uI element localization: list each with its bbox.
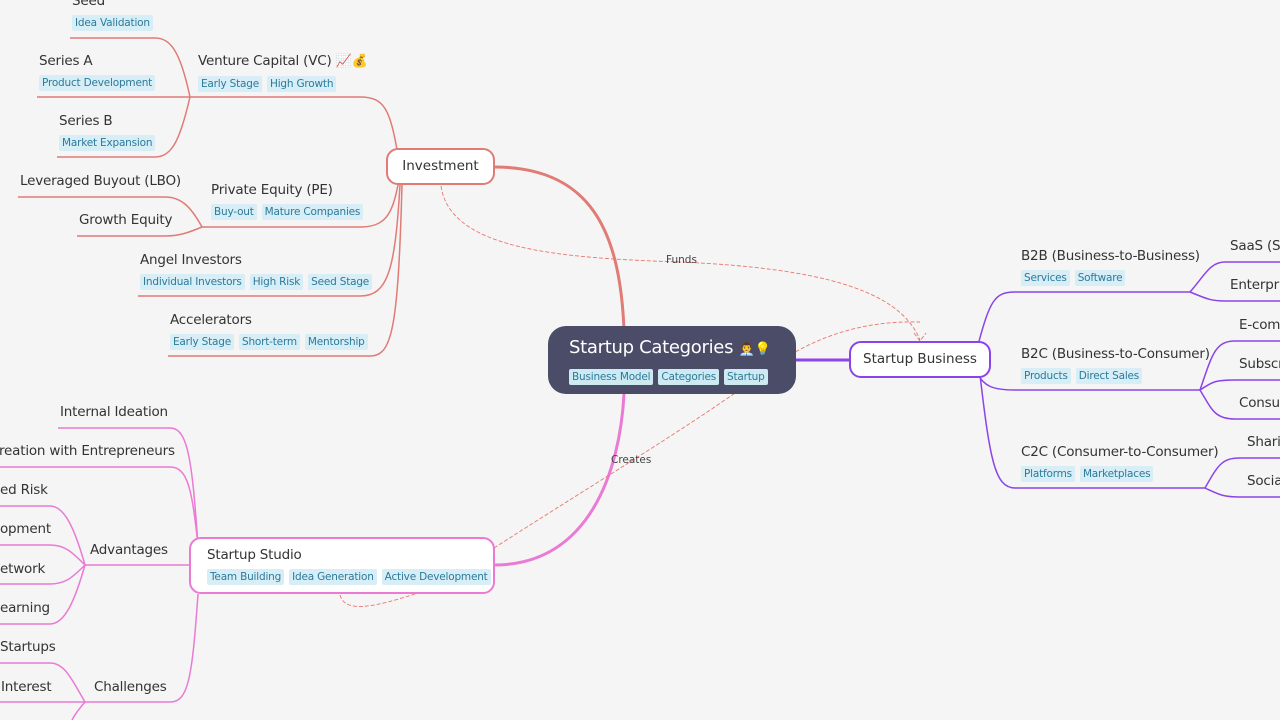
branch-line-studio: [493, 393, 626, 567]
topic-interest[interactable]: Interest: [1, 678, 52, 696]
studio-title: Startup Studio: [207, 547, 302, 563]
topic-network[interactable]: etwork: [0, 560, 45, 578]
tag[interactable]: Products: [1021, 368, 1071, 384]
topic-title: B2B (Business-to-Business): [1021, 248, 1200, 264]
tag[interactable]: Early Stage: [170, 334, 234, 350]
topic-b2b[interactable]: B2B (Business-to-Business) Services Soft…: [1021, 247, 1200, 286]
branch-line-investment: [493, 165, 626, 331]
topic-b2c[interactable]: B2C (Business-to-Consumer) Products Dire…: [1021, 345, 1210, 384]
line-chal-3: [71, 701, 86, 720]
topic-title: Venture Capital (VC): [198, 53, 332, 69]
branch-investment[interactable]: Investment: [386, 148, 495, 185]
tag[interactable]: High Risk: [249, 274, 304, 290]
topic-sharing[interactable]: Sharin: [1247, 433, 1280, 451]
topic-advantages[interactable]: Advantages: [90, 541, 168, 559]
topic-reduced-risk[interactable]: ed Risk: [0, 481, 48, 499]
topic-subscription[interactable]: Subscr: [1239, 355, 1280, 373]
tag[interactable]: Direct Sales: [1075, 368, 1143, 384]
tag[interactable]: Seed Stage: [308, 274, 373, 290]
relation-funds-label[interactable]: Funds: [666, 254, 697, 266]
tag[interactable]: Marketplaces: [1079, 466, 1154, 482]
branch-startup-business[interactable]: Startup Business: [849, 341, 991, 378]
topic-series-b[interactable]: Series B Market Expansion: [59, 112, 156, 151]
tag[interactable]: Business Model: [569, 369, 654, 385]
topic-venture-capital[interactable]: Venture Capital (VC) 📈💰 Early Stage High…: [198, 52, 368, 92]
tag[interactable]: Idea Generation: [289, 569, 377, 585]
tag[interactable]: Individual Investors: [140, 274, 245, 290]
topic-development[interactable]: opment: [0, 520, 51, 538]
tag[interactable]: Short-term: [239, 334, 300, 350]
topic-enterprise[interactable]: Enterpri: [1230, 276, 1280, 294]
topic-lbo[interactable]: Leveraged Buyout (LBO): [20, 172, 181, 190]
topic-consumer[interactable]: Consur: [1239, 394, 1280, 412]
mindmap-canvas[interactable]: Startup Categories 👨‍💼💡 Business Model C…: [0, 0, 1280, 720]
topic-growth-equity[interactable]: Growth Equity: [79, 211, 172, 229]
tag[interactable]: Product Development: [39, 75, 156, 91]
topic-title: Angel Investors: [140, 252, 242, 268]
root-title: Startup Categories: [569, 337, 734, 358]
tag[interactable]: Software: [1074, 270, 1126, 286]
root-tags: Business Model Categories Startup: [569, 369, 796, 385]
topic-seed[interactable]: Seed Idea Validation: [72, 0, 153, 31]
topic-title: Series B: [59, 113, 113, 129]
line-vc: [190, 96, 399, 156]
topic-c2c[interactable]: C2C (Consumer-to-Consumer) Platforms Mar…: [1021, 443, 1219, 482]
tag[interactable]: Team Building: [207, 569, 285, 585]
tag[interactable]: Mature Companies: [261, 204, 364, 220]
topic-ecommerce[interactable]: E-comm: [1239, 316, 1280, 334]
topic-saas[interactable]: SaaS (So: [1230, 237, 1280, 255]
topic-angel-investors[interactable]: Angel Investors Individual Investors Hig…: [140, 251, 373, 290]
topic-private-equity[interactable]: Private Equity (PE) Buy-out Mature Compa…: [211, 181, 364, 220]
line-subscr: [1199, 379, 1280, 391]
topic-social[interactable]: Socia: [1247, 472, 1280, 490]
topic-title: Accelerators: [170, 312, 252, 328]
topic-title: Seed: [72, 0, 105, 9]
tag[interactable]: Early Stage: [198, 76, 262, 92]
topic-title: B2C (Business-to-Consumer): [1021, 346, 1210, 362]
branch-startup-studio[interactable]: Startup Studio Team Building Idea Genera…: [189, 537, 495, 594]
topic-challenges[interactable]: Challenges: [94, 678, 167, 696]
root-node[interactable]: Startup Categories 👨‍💼💡 Business Model C…: [548, 326, 796, 394]
topic-title: C2C (Consumer-to-Consumer): [1021, 444, 1219, 460]
topic-title: Series A: [39, 53, 93, 69]
tag[interactable]: Startup: [723, 369, 768, 385]
tag[interactable]: Platforms: [1021, 466, 1075, 482]
tag[interactable]: Buy-out: [211, 204, 257, 220]
tag[interactable]: Idea Validation: [72, 15, 153, 31]
tag[interactable]: High Growth: [267, 76, 337, 92]
chart-moneybag-icon: 📈💰: [335, 54, 368, 69]
topic-series-a[interactable]: Series A Product Development: [39, 52, 156, 91]
line-b2b: [977, 291, 1190, 346]
topic-internal-ideation[interactable]: Internal Ideation: [60, 403, 168, 421]
topic-learning[interactable]: earning: [0, 599, 50, 617]
tag[interactable]: Services: [1021, 270, 1070, 286]
topic-title: Private Equity (PE): [211, 182, 333, 198]
relation-creates-label[interactable]: Creates: [611, 454, 651, 466]
businessman-lightbulb-icon: 👨‍💼💡: [738, 342, 771, 357]
tag[interactable]: Categories: [658, 369, 719, 385]
tag[interactable]: Market Expansion: [59, 135, 156, 151]
tag[interactable]: Mentorship: [304, 334, 368, 350]
topic-cocreation[interactable]: reation with Entrepreneurs: [0, 442, 175, 460]
topic-accelerators[interactable]: Accelerators Early Stage Short-term Ment…: [170, 311, 368, 350]
tag[interactable]: Active Development: [381, 569, 491, 585]
topic-startups[interactable]: Startups: [0, 638, 56, 656]
